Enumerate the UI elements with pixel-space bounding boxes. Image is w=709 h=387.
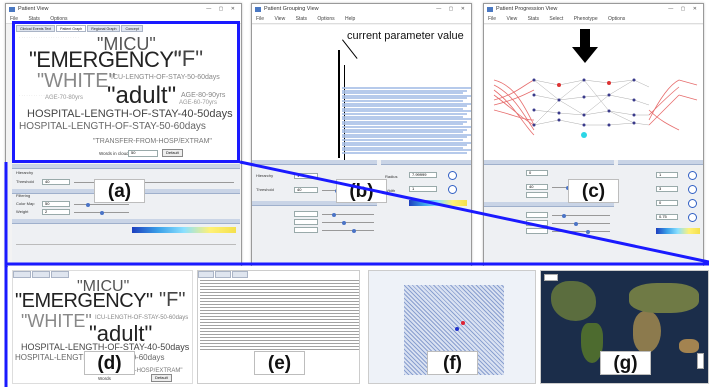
figure-label-e: (e) [254,351,305,375]
figure-label-d: (d) [84,351,135,375]
word-emergency: "EMERGENCY" [15,290,153,312]
tab[interactable] [215,271,231,278]
tab[interactable] [51,271,69,278]
tab[interactable] [32,271,50,278]
tab[interactable] [13,271,31,278]
word-limit-label: Words [98,376,111,381]
panel-d: "MICU" "EMERGENCY" "F" "WHITE" ICU-LENGT… [12,270,193,384]
panel-g: (g) [540,270,709,384]
australia [679,339,699,353]
scatter-point [455,327,459,331]
word-white: "WHITE" [21,311,92,331]
tab[interactable] [198,271,214,278]
north-america [551,281,596,321]
zoom-controls[interactable] [697,353,704,369]
detail-strip: "MICU" "EMERGENCY" "F" "WHITE" ICU-LENGT… [8,266,709,387]
africa [633,311,661,353]
view-tabs [198,271,249,278]
figure-label-g: (g) [600,351,651,375]
map-controls[interactable] [544,274,558,281]
word-f: "F" [159,289,186,311]
panel-f: (f) [368,270,536,384]
default-button[interactable]: Default [151,374,172,382]
figure-label-f: (f) [427,351,478,375]
tab[interactable] [232,271,248,278]
panel-e: (e) [197,270,360,384]
view-tabs [13,271,70,278]
scatter-point [461,321,465,325]
event-text-log [200,280,359,350]
eurasia [629,283,699,313]
